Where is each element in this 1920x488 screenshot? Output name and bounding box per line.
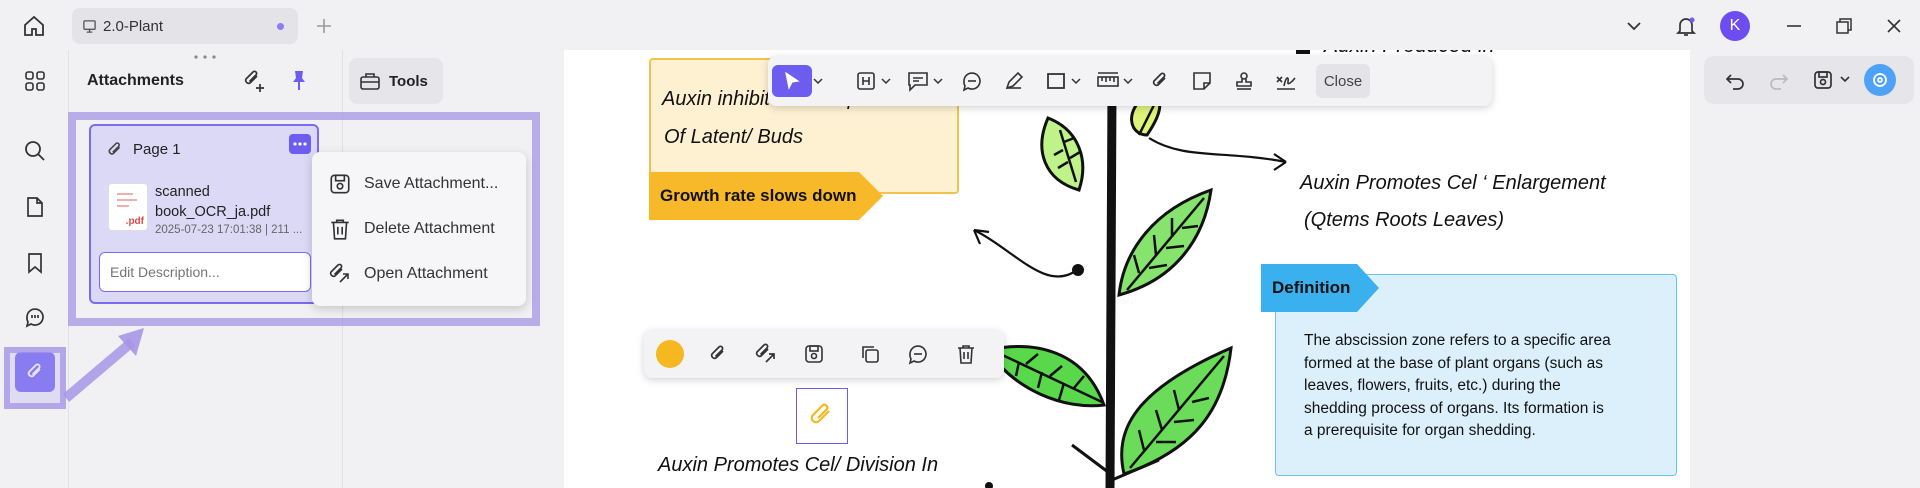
menu-item-label: Delete Attachment (364, 220, 495, 237)
definition-line: The abscission zone refers to a specific… (1304, 332, 1611, 349)
chevron-down-icon[interactable] (1066, 65, 1086, 97)
comment-icon[interactable] (902, 338, 934, 370)
definition-text: The abscission zone refers to a specific… (1304, 330, 1611, 443)
menu-item-label: Save Attachment... (364, 175, 499, 192)
tools-label: Tools (389, 72, 428, 90)
pdf-file-icon: .pdf (109, 184, 147, 230)
toolbox-icon (359, 70, 381, 92)
signature-icon[interactable] (1270, 65, 1302, 97)
redo-icon[interactable] (1768, 69, 1792, 93)
pages-icon[interactable] (20, 192, 50, 222)
chevron-down-icon[interactable] (1622, 14, 1646, 38)
menu-item-label: Open Attachment (364, 265, 488, 282)
save-icon[interactable] (798, 338, 830, 370)
pdf-badge: .pdf (125, 216, 144, 227)
close-toolbar-button[interactable]: Close (1316, 64, 1370, 98)
definition-line: a prerequisite for organ shedding. (1304, 422, 1536, 439)
add-attachment-icon[interactable] (241, 68, 269, 96)
comment-icon[interactable] (956, 65, 988, 97)
open-attachment-icon (328, 262, 352, 286)
right-text-line-1: Auxin Promotes Cel ‘ Enlargement (1300, 172, 1606, 194)
definition-banner: Definition (1261, 264, 1379, 312)
search-icon[interactable] (20, 136, 50, 166)
right-text-line-2: (Qtems Roots Leaves) (1304, 209, 1505, 231)
copy-icon[interactable] (854, 338, 886, 370)
attachment-tool-icon[interactable] (1144, 65, 1176, 97)
ai-assistant-icon[interactable] (1864, 64, 1896, 96)
note-line-2: Of Latent/ Buds (664, 126, 803, 148)
definition-label: Definition (1272, 278, 1351, 297)
left-rail (0, 50, 68, 488)
bottom-text: Auxin Promotes Cel/ Division In (658, 454, 939, 476)
chevron-down-icon[interactable] (928, 65, 948, 97)
document-canvas[interactable]: Auxin Produced in Auxin inhibits Develop… (564, 50, 1690, 488)
attachment-meta: 2025-07-23 17:01:38 | 211 ... (155, 224, 303, 236)
stamp-icon[interactable] (1228, 65, 1260, 97)
bookmark-icon[interactable] (20, 248, 50, 278)
growth-banner: Growth rate slows down (649, 172, 883, 220)
attachment-card[interactable]: Page 1 .pdf scanned book_OCR_ja.pdf 2025… (89, 124, 319, 304)
right-column (1690, 50, 1920, 488)
document-tab-icon (82, 19, 97, 34)
color-swatch[interactable] (654, 338, 686, 370)
pin-icon[interactable] (287, 68, 315, 96)
trash-icon (328, 217, 352, 241)
attachment-context-toolbar (644, 330, 1004, 378)
growth-banner-label: Growth rate slows down (660, 186, 857, 205)
close-window-icon[interactable] (1882, 14, 1906, 38)
chevron-down-icon[interactable] (808, 65, 828, 97)
menu-item-open-attachment[interactable]: Open Attachment (328, 259, 488, 289)
more-options-icon[interactable] (289, 134, 311, 154)
chevron-down-icon[interactable] (876, 65, 896, 97)
pencil-icon[interactable] (998, 65, 1030, 97)
document-tab-label: 2.0-Plant (103, 17, 164, 35)
sticky-note-icon[interactable] (1186, 65, 1218, 97)
definition-line: shedding process of organs. Its formatio… (1304, 399, 1604, 417)
file-name-line: book_OCR_ja.pdf (155, 204, 271, 220)
save-icon[interactable] (1812, 69, 1836, 93)
attachment-icon[interactable] (702, 338, 734, 370)
definition-line: formed at the base of plant organs (such… (1304, 354, 1603, 372)
undo-icon[interactable] (1724, 69, 1748, 93)
attachment-page-label: Page 1 (133, 141, 181, 158)
tools-button[interactable]: Tools (349, 58, 443, 104)
file-name-line: scanned (155, 184, 210, 200)
highlight-rail-frame (4, 347, 66, 409)
attachment-file-name: scanned book_OCR_ja.pdf (155, 182, 270, 222)
panel-drag-handle[interactable] (193, 54, 217, 60)
chevron-down-icon[interactable] (1118, 65, 1138, 97)
user-avatar[interactable]: K (1720, 11, 1750, 41)
select-tool-icon[interactable] (772, 65, 812, 97)
save-icon (328, 172, 352, 196)
unsaved-indicator (277, 23, 284, 30)
trash-icon[interactable] (950, 338, 982, 370)
panel-title: Attachments (87, 72, 184, 89)
definition-line: leaves, flowers, fruits, etc.) during th… (1304, 377, 1561, 394)
menu-item-delete-attachment[interactable]: Delete Attachment (328, 214, 495, 244)
description-input[interactable] (99, 252, 311, 292)
paperclip-icon (105, 140, 125, 160)
attachment-context-menu: Save Attachment... Delete Attachment Ope… (312, 152, 526, 306)
annotation-toolbar: Close (768, 56, 1492, 106)
chevron-down-icon[interactable] (1838, 72, 1854, 88)
document-tab[interactable]: 2.0-Plant (72, 8, 298, 44)
menu-item-save-attachment[interactable]: Save Attachment... (328, 169, 498, 199)
top-cut-mark (1296, 50, 1310, 54)
new-tab-icon[interactable] (312, 14, 336, 38)
home-icon[interactable] (20, 12, 48, 40)
right-toolbar (1704, 56, 1914, 104)
open-attachment-icon[interactable] (750, 338, 782, 370)
pointer-arrow (62, 328, 144, 402)
notification-bell-icon[interactable] (1672, 12, 1700, 40)
restore-icon[interactable] (1832, 14, 1856, 38)
attachment-annotation[interactable] (796, 388, 848, 444)
thumbnails-icon[interactable] (20, 66, 50, 96)
title-bar: 2.0-Plant K (0, 0, 1920, 50)
minimize-icon[interactable] (1782, 14, 1806, 38)
comments-icon[interactable] (20, 302, 50, 332)
